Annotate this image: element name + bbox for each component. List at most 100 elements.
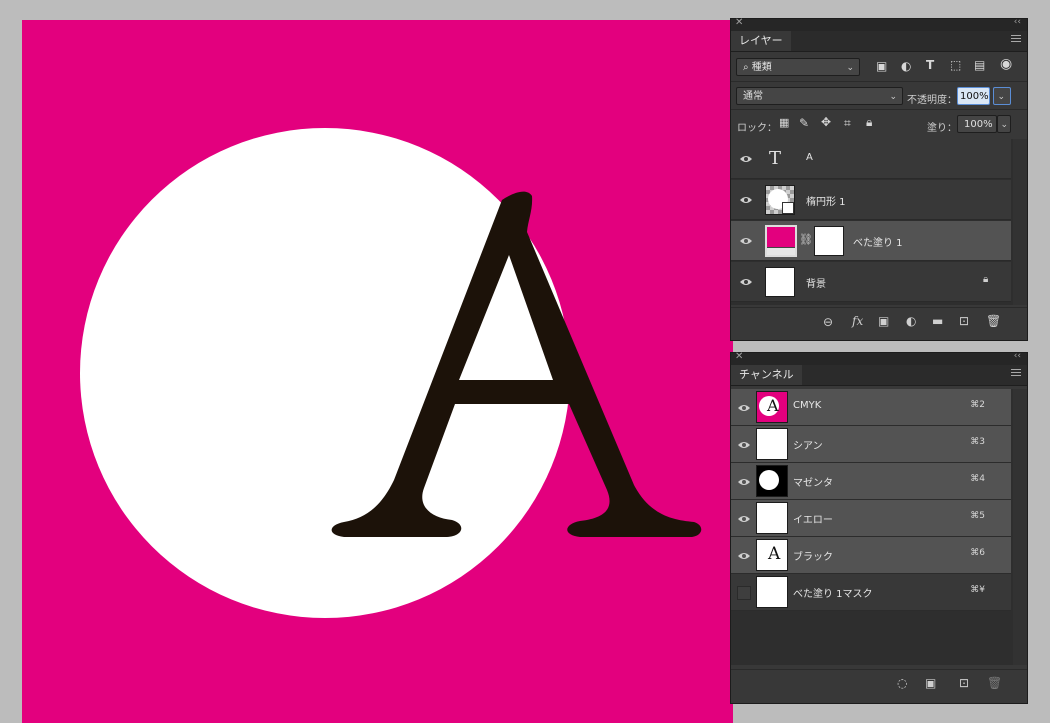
tab-channels[interactable]: チャンネル bbox=[731, 365, 802, 385]
opacity-input[interactable]: 100% bbox=[957, 87, 990, 105]
layers-footer: ⊖ fx ▣ ◐ ▬ ⊡ 🗑︎ bbox=[731, 307, 1027, 338]
layers-scrollbar[interactable] bbox=[1013, 139, 1027, 305]
text-layer-icon: T bbox=[769, 148, 782, 169]
channel-row-yellow[interactable]: イエロー ⌘5 bbox=[731, 500, 1011, 537]
fill-slider-button[interactable]: ⌄ bbox=[997, 115, 1011, 133]
channel-row-cmyk[interactable]: A CMYK ⌘2 bbox=[731, 389, 1011, 426]
channel-thumbnail bbox=[756, 502, 788, 534]
filter-kind-dropdown[interactable]: ⌕ 種類 ⌄ bbox=[736, 58, 860, 76]
channel-row-magenta[interactable]: マゼンタ ⌘4 bbox=[731, 463, 1011, 500]
channel-name[interactable]: マゼンタ bbox=[793, 474, 833, 489]
panel-header: ✕ ‹‹ bbox=[731, 17, 1027, 31]
lock-image-icon[interactable]: ✎ bbox=[799, 116, 809, 130]
layers-tabbar: レイヤー bbox=[731, 31, 1027, 52]
layer-name[interactable]: A bbox=[806, 152, 813, 163]
channel-shortcut: ⌘2 bbox=[970, 400, 985, 410]
blend-mode-value: 通常 bbox=[743, 91, 763, 102]
channel-name[interactable]: CMYK bbox=[793, 400, 821, 411]
eye-icon[interactable] bbox=[737, 512, 751, 526]
eye-icon[interactable] bbox=[739, 275, 753, 289]
fill-input[interactable]: 100% bbox=[957, 115, 997, 133]
channel-row-cyan[interactable]: シアン ⌘3 bbox=[731, 426, 1011, 463]
collapse-icon[interactable]: ‹‹ bbox=[1014, 351, 1021, 361]
channel-shortcut: ⌘3 bbox=[970, 437, 985, 447]
eye-icon[interactable] bbox=[737, 549, 751, 563]
new-layer-icon[interactable]: ⊡ bbox=[959, 314, 969, 328]
chevron-down-icon: ⌄ bbox=[997, 92, 1005, 102]
channel-shortcut: ⌘5 bbox=[970, 511, 985, 521]
channel-name[interactable]: べた塗り 1マスク bbox=[793, 585, 873, 600]
channel-row-black[interactable]: A ブラック ⌘6 bbox=[731, 537, 1011, 574]
channel-thumbnail bbox=[756, 576, 788, 608]
lock-position-icon[interactable]: ✥ bbox=[821, 115, 831, 129]
visibility-toggle[interactable] bbox=[737, 586, 751, 600]
channels-scrollbar[interactable] bbox=[1013, 389, 1027, 665]
layer-name[interactable]: 背景 bbox=[806, 275, 826, 290]
fill-label: 塗り： bbox=[927, 123, 957, 134]
filter-toggle-icon[interactable]: ◉ bbox=[1000, 56, 1012, 72]
close-icon[interactable]: ✕ bbox=[735, 351, 743, 362]
layer-row-ellipse[interactable]: 楕円形 1 bbox=[731, 180, 1011, 220]
panel-menu-icon[interactable] bbox=[1011, 369, 1021, 378]
fx-icon[interactable]: fx bbox=[852, 314, 863, 328]
opacity-label: 不透明度： bbox=[907, 95, 957, 106]
layer-row-text[interactable]: T A bbox=[731, 139, 1011, 179]
link-icon[interactable]: ⊖ bbox=[823, 315, 833, 329]
lock-artboard-icon[interactable]: ⌗ bbox=[844, 116, 851, 131]
lock-all-icon[interactable]: 🔒︎ bbox=[866, 115, 872, 130]
type-filter-icon[interactable]: T bbox=[926, 58, 934, 72]
layer-name[interactable]: べた塗り 1 bbox=[853, 234, 903, 249]
load-selection-icon[interactable]: ◌ bbox=[897, 676, 907, 690]
shape-filter-icon[interactable]: ⬚ bbox=[950, 58, 961, 72]
lock-transparency-icon[interactable]: ▦ bbox=[779, 116, 789, 129]
folder-icon[interactable]: ▬ bbox=[932, 314, 943, 328]
channel-row-fill-mask[interactable]: べた塗り 1マスク ⌘¥ bbox=[731, 574, 1011, 611]
channel-thumbnail bbox=[756, 428, 788, 460]
layers-list: T A 楕円形 1 ⛓ べた塗り 1 背景 🔒︎ bbox=[731, 139, 1027, 305]
adjustment-icon[interactable]: ◐ bbox=[906, 314, 916, 328]
new-channel-icon[interactable]: ⊡ bbox=[959, 676, 969, 690]
channel-name[interactable]: ブラック bbox=[793, 548, 833, 563]
document-canvas[interactable] bbox=[22, 20, 733, 723]
collapse-icon[interactable]: ‹‹ bbox=[1014, 17, 1021, 27]
channel-thumbnail: A bbox=[756, 539, 788, 571]
smart-object-filter-icon[interactable]: ▤ bbox=[974, 58, 985, 72]
channels-tabbar: チャンネル bbox=[731, 365, 1027, 386]
chevron-down-icon: ⌄ bbox=[846, 63, 854, 73]
trash-icon[interactable]: 🗑︎ bbox=[987, 676, 1002, 690]
layers-panel: ✕ ‹‹ レイヤー ⌕ 種類 ⌄ ▣ ◐ T ⬚ ▤ ◉ 通常 ⌄ 不透明度： … bbox=[730, 17, 1028, 341]
layer-thumbnail bbox=[765, 267, 795, 297]
panel-menu-icon[interactable] bbox=[1011, 35, 1021, 44]
channel-shortcut: ⌘4 bbox=[970, 474, 985, 484]
channel-name[interactable]: イエロー bbox=[793, 511, 833, 526]
eye-icon[interactable] bbox=[737, 401, 751, 415]
trash-icon[interactable]: 🗑︎ bbox=[986, 314, 1001, 328]
fill-thumbnail bbox=[765, 225, 797, 257]
channel-thumbnail bbox=[756, 465, 788, 497]
tab-layers[interactable]: レイヤー bbox=[731, 31, 791, 51]
layer-thumbnail bbox=[765, 185, 795, 215]
panel-header: ✕ ‹‹ bbox=[731, 351, 1027, 365]
adjustment-filter-icon[interactable]: ◐ bbox=[901, 59, 911, 73]
blend-mode-dropdown[interactable]: 通常 ⌄ bbox=[736, 87, 903, 105]
layer-row-fill[interactable]: ⛓ べた塗り 1 bbox=[731, 221, 1011, 261]
layer-name[interactable]: 楕円形 1 bbox=[806, 193, 846, 208]
lock-row: ロック： ▦ ✎ ✥ ⌗ 🔒︎ 塗り： 100% ⌄ bbox=[731, 109, 1027, 138]
lock-label: ロック： bbox=[737, 123, 777, 134]
eye-icon[interactable] bbox=[737, 475, 751, 489]
eye-icon[interactable] bbox=[739, 234, 753, 248]
channel-name[interactable]: シアン bbox=[793, 437, 823, 452]
mask-icon[interactable]: ▣ bbox=[878, 314, 889, 328]
mask-thumbnail[interactable] bbox=[814, 226, 844, 256]
save-selection-icon[interactable]: ▣ bbox=[925, 676, 936, 690]
eye-icon[interactable] bbox=[739, 152, 753, 166]
eye-icon[interactable] bbox=[737, 438, 751, 452]
pixel-filter-icon[interactable]: ▣ bbox=[876, 59, 887, 73]
layer-row-background[interactable]: 背景 🔒︎ bbox=[731, 262, 1011, 302]
channels-list: A CMYK ⌘2 シアン ⌘3 マゼンタ ⌘4 イエロー ⌘5 A ブラック … bbox=[731, 389, 1027, 665]
search-icon: ⌕ bbox=[743, 62, 752, 73]
chain-link-icon[interactable]: ⛓ bbox=[799, 233, 813, 246]
eye-icon[interactable] bbox=[739, 193, 753, 207]
opacity-slider-button[interactable]: ⌄ bbox=[993, 87, 1011, 105]
close-icon[interactable]: ✕ bbox=[735, 17, 743, 28]
